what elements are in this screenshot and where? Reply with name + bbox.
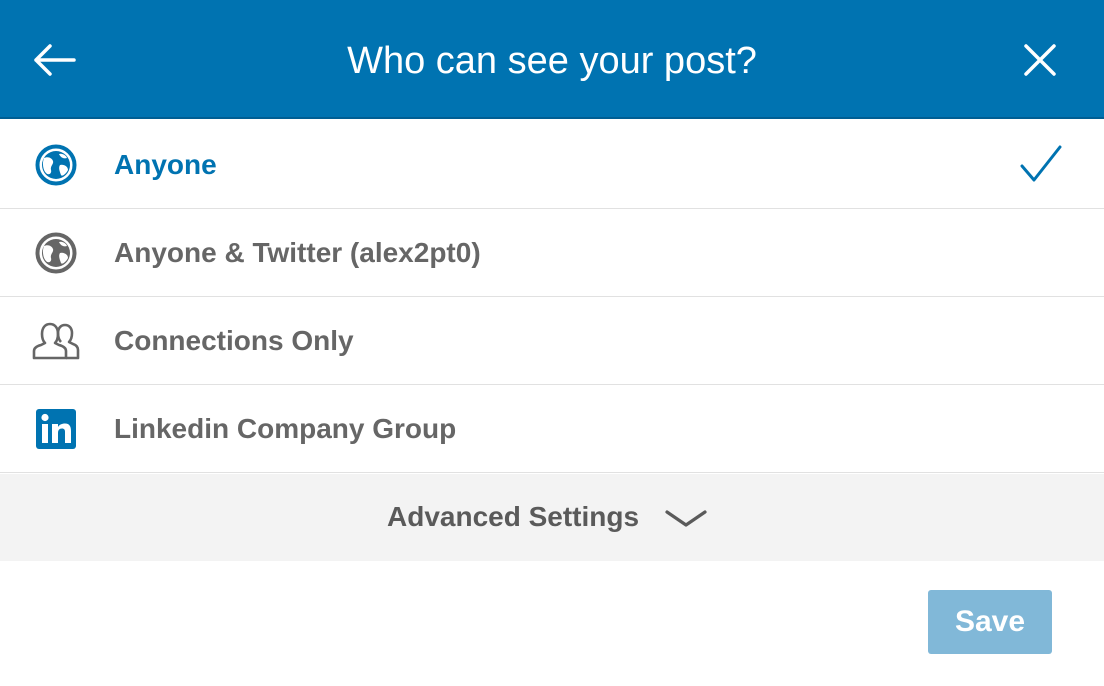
dialog-header: Who can see your post? [0, 0, 1104, 119]
globe-icon [32, 141, 80, 189]
option-label: Anyone [114, 149, 217, 180]
option-connections-only[interactable]: Connections Only [0, 297, 1104, 385]
linkedin-icon [32, 405, 80, 453]
option-label: Anyone & Twitter (alex2pt0) [114, 237, 481, 268]
option-anyone[interactable]: Anyone [0, 121, 1104, 209]
advanced-settings-toggle[interactable]: Advanced Settings [0, 474, 1104, 561]
people-icon [32, 317, 80, 365]
advanced-settings-label: Advanced Settings [387, 501, 640, 532]
visibility-options-list: Anyone Anyone & Twitter (alex2pt0) Conne… [0, 121, 1104, 473]
option-anyone-twitter[interactable]: Anyone & Twitter (alex2pt0) [0, 209, 1104, 297]
close-icon [1024, 44, 1056, 76]
chevron-down-icon [664, 508, 708, 535]
arrow-left-icon [34, 44, 76, 76]
checkmark-icon [1016, 139, 1066, 189]
option-label: Connections Only [114, 325, 354, 356]
back-button[interactable] [28, 36, 80, 84]
option-linkedin-company-group[interactable]: Linkedin Company Group [0, 385, 1104, 473]
option-label: Linkedin Company Group [114, 413, 457, 444]
save-button[interactable]: Save [928, 590, 1052, 654]
dialog-title: Who can see your post? [347, 40, 757, 82]
close-button[interactable] [1016, 36, 1064, 84]
globe-icon [32, 229, 80, 277]
